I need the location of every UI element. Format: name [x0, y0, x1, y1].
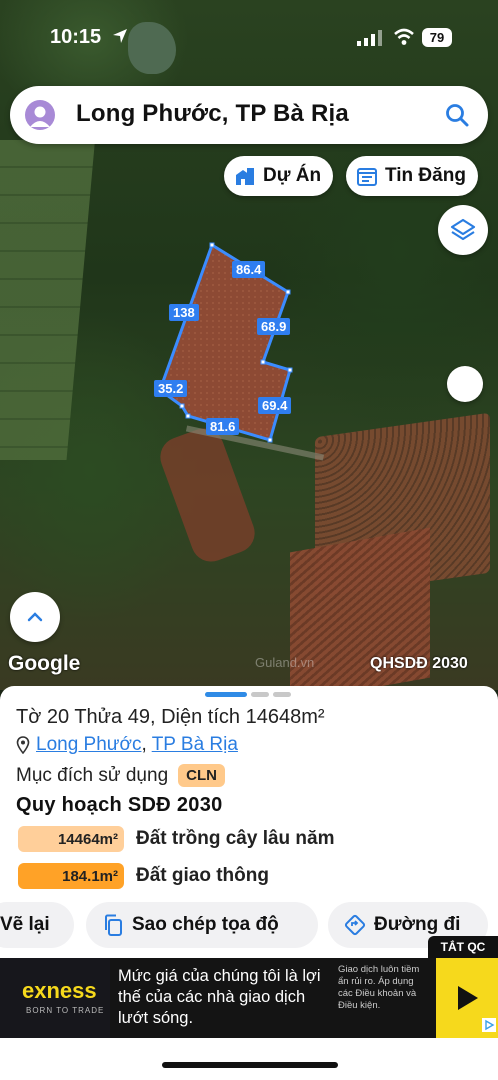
directions-icon — [344, 914, 366, 936]
purpose-label: Mục đích sử dụng — [16, 764, 169, 786]
edge-length-label: 81.6 — [206, 418, 240, 435]
copy-icon — [105, 914, 122, 936]
search-icon[interactable] — [444, 102, 470, 128]
ad-choices-icon[interactable] — [482, 1018, 496, 1032]
search-bar[interactable]: Long Phước, TP Bà Rịa — [10, 86, 488, 144]
close-ad-button[interactable]: TẮT QC — [428, 936, 498, 958]
du-an-label: Dự Án — [263, 165, 322, 186]
layers-icon — [450, 218, 476, 241]
map-watermark: Guland.vn — [255, 655, 315, 670]
plan-heading: Quy hoạch SDĐ 2030 — [16, 794, 223, 816]
land-use-area-chip: 14464m² — [18, 826, 124, 852]
status-bar: 10:15 79 — [0, 0, 498, 76]
parcel-title: Tờ 20 Thửa 49, Diện tích 14648m² — [16, 706, 325, 728]
edge-length-label: 69.4 — [258, 397, 292, 414]
layers-button[interactable] — [438, 205, 488, 255]
plan-layer-label: QHSDĐ 2030 — [370, 655, 468, 672]
google-logo: Google — [8, 652, 81, 675]
land-purpose-row: Mục đích sử dụng CLN — [16, 764, 225, 787]
land-use-area-chip: 184.1m² — [18, 863, 124, 889]
ad-headline: Mức giá của chúng tôi là lợi thế của các… — [118, 967, 321, 1027]
ward-link[interactable]: Long Phước — [36, 734, 141, 755]
parcel-address: Long Phước, TP Bà Rịa — [16, 734, 238, 756]
satellite-map[interactable]: 86.4 138 68.9 35.2 69.4 81.6 10:15 79 Lo… — [0, 0, 498, 690]
map-handle-button[interactable] — [447, 366, 483, 402]
ad-play-button[interactable] — [436, 958, 498, 1038]
copy-coordinates-label: Sao chép tọa độ — [132, 914, 279, 935]
land-use-label: Đất trồng cây lâu năm — [136, 828, 335, 849]
ad-brand-name: exness — [22, 978, 97, 1003]
search-location-text[interactable]: Long Phước, TP Bà Rịa — [76, 100, 349, 128]
copy-coordinates-button[interactable]: Sao chép tọa độ — [86, 902, 318, 948]
chevron-up-icon — [27, 612, 43, 622]
land-use-row: 14464m² Đất trồng cây lâu năm — [18, 826, 335, 852]
location-arrow-icon — [113, 29, 127, 43]
directions-label: Đường đi — [374, 914, 461, 935]
redraw-label: Vẽ lại — [0, 914, 50, 935]
edge-length-label: 86.4 — [232, 261, 266, 278]
tin-dang-label: Tin Đăng — [385, 165, 466, 186]
cellular-signal-icon — [357, 30, 382, 46]
location-pin-icon — [16, 736, 30, 754]
ad-banner[interactable]: exness BORN TO TRADE Mức giá của chúng t… — [0, 958, 498, 1038]
status-time: 10:15 — [50, 26, 102, 48]
city-link[interactable]: TP Bà Rịa — [152, 734, 238, 755]
land-use-row: 184.1m² Đất giao thông — [18, 863, 269, 889]
edge-length-label: 35.2 — [154, 380, 188, 397]
land-use-label: Đất giao thông — [136, 865, 269, 886]
calendar-list-icon — [357, 168, 377, 186]
home-indicator[interactable] — [162, 1062, 338, 1068]
ad-brand-logo: exness BORN TO TRADE — [0, 958, 110, 1038]
redraw-button[interactable]: Vẽ lại — [0, 902, 74, 948]
battery-indicator: 79 — [422, 28, 452, 47]
edge-length-label: 68.9 — [257, 318, 291, 335]
edge-length-label: 138 — [169, 304, 199, 321]
purpose-code-badge: CLN — [178, 764, 225, 787]
address-separator: , — [141, 734, 152, 755]
tin-dang-button[interactable]: Tin Đăng — [346, 156, 478, 196]
action-bar: Vẽ lại Sao chép tọa độ Đường đi — [0, 902, 498, 948]
du-an-button[interactable]: Dự Án — [224, 156, 334, 196]
ad-disclaimer: Giao dịch luôn tiềm ẩn rủi ro. Áp dụng c… — [338, 964, 420, 1011]
sheet-page-indicator[interactable] — [205, 692, 291, 697]
wifi-icon — [394, 28, 414, 45]
user-icon — [30, 106, 50, 127]
ad-brand-tagline: BORN TO TRADE — [26, 1006, 105, 1015]
avatar[interactable] — [25, 100, 55, 130]
expand-up-button[interactable] — [10, 592, 60, 642]
building-icon — [236, 168, 254, 185]
